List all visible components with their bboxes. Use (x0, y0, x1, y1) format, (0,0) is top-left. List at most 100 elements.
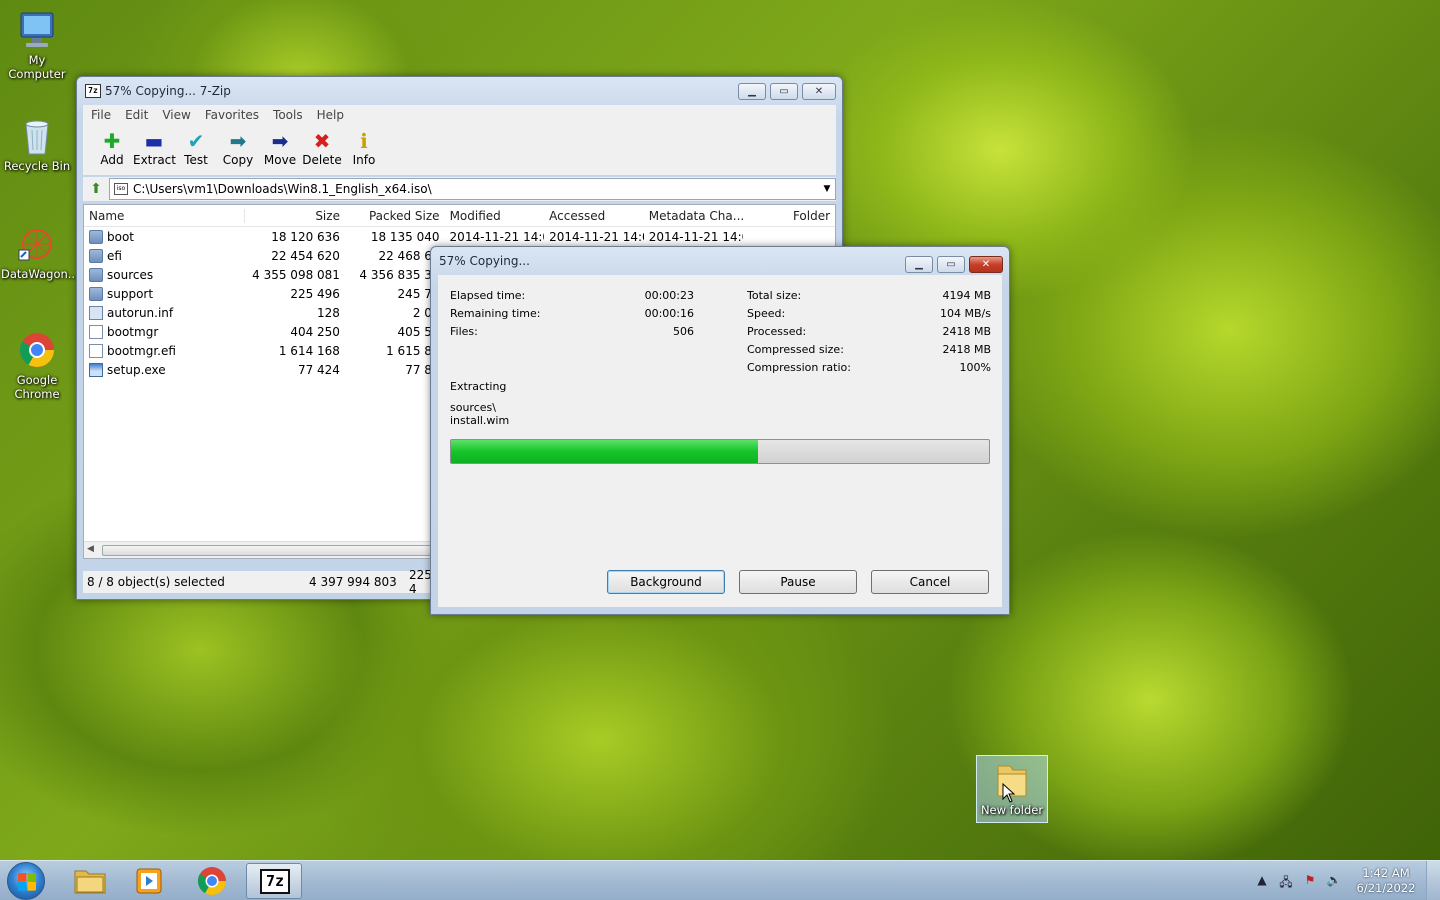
7zip-logo-icon: 7z (260, 869, 290, 894)
compressed-size-row: Compressed size: 2418 MB (747, 343, 991, 361)
folder-icon (74, 870, 106, 894)
column-size[interactable]: Size (245, 209, 345, 223)
desktop-icon-label: Recycle Bin (3, 159, 71, 173)
row-packed-size: 18 135 040 (370, 229, 440, 244)
elapsed-time-row: Elapsed time: 00:00:23 (450, 289, 694, 307)
windows-logo-icon (18, 873, 36, 891)
desktop-icon-google-chrome[interactable]: Google Chrome (1, 330, 73, 401)
row-name: autorun.inf (107, 305, 174, 320)
table-row[interactable]: boot 18 120 636 18 135 040 2014-11-21 14:03… (84, 227, 835, 246)
test-button[interactable]: ✔ Test (175, 125, 217, 175)
row-name-cell: sources (84, 267, 245, 282)
progress-dialog-title: 57% Copying... (439, 254, 530, 268)
minimize-button[interactable]: ▁ (905, 256, 933, 273)
desktop-icon-datawagon[interactable]: DataWagon... (1, 224, 79, 281)
info-button[interactable]: ℹ Info (343, 125, 385, 175)
start-button[interactable] (7, 862, 45, 900)
action-center-flag-icon[interactable]: ⚑ (1301, 873, 1319, 889)
folder-up-icon[interactable]: ⬆ (83, 181, 109, 197)
scrollbar-thumb[interactable] (102, 545, 432, 556)
extract-button[interactable]: ▬ Extract (133, 125, 176, 175)
show-hidden-icons-icon[interactable]: ▲ (1253, 873, 1271, 889)
close-button[interactable]: ✕ (802, 83, 836, 100)
clock-date: 6/21/2022 (1356, 881, 1416, 895)
pause-button[interactable]: Pause (739, 570, 857, 594)
volume-icon[interactable]: 🔈 (1325, 873, 1343, 889)
desktop-icon-recycle-bin[interactable]: Recycle Bin (1, 116, 73, 173)
copy-button[interactable]: ➡ Copy (217, 125, 259, 175)
maximize-button[interactable]: ▭ (937, 256, 965, 273)
desktop: My Computer Recycle Bin DataWagon... Goo… (0, 0, 1440, 860)
scroll-left-icon[interactable]: ◀ (87, 544, 94, 554)
move-arrow-icon: ➡ (271, 129, 289, 153)
delete-x-icon: ✖ (313, 129, 331, 153)
total-size-value: 4194 MB (942, 289, 991, 302)
info-icon: ℹ (360, 129, 368, 153)
menu-help[interactable]: Help (317, 108, 344, 122)
file-icon (89, 324, 103, 339)
delete-button[interactable]: ✖ Delete (301, 125, 343, 175)
processed-value: 2418 MB (942, 325, 991, 338)
row-size: 225 496 (290, 286, 340, 301)
menu-file[interactable]: File (91, 108, 111, 122)
chevron-down-icon[interactable]: ▼ (819, 184, 835, 194)
chrome-icon (198, 867, 226, 895)
files-label: Files: (450, 325, 478, 338)
column-accessed[interactable]: Accessed (544, 209, 644, 223)
row-name: sources (107, 267, 154, 282)
menu-favorites[interactable]: Favorites (205, 108, 259, 122)
taskbar-explorer[interactable] (62, 863, 118, 899)
system-clock[interactable]: 1:42 AM 6/21/2022 (1346, 866, 1426, 896)
column-metadata-changed[interactable]: Metadata Cha... (644, 209, 744, 223)
close-button[interactable]: ✕ (969, 256, 1003, 273)
row-name-cell: bootmgr.efi (84, 343, 245, 358)
menu-view[interactable]: View (162, 108, 190, 122)
toolbar: ✚ Add ▬ Extract ✔ Test ➡ Copy ➡ Move ✖ D… (83, 125, 836, 175)
compression-ratio-row: Compression ratio: 100% (747, 361, 991, 379)
menu-edit[interactable]: Edit (125, 108, 148, 122)
taskbar-chrome[interactable] (184, 863, 240, 899)
files-value: 506 (673, 325, 694, 338)
remaining-value: 00:00:16 (644, 307, 694, 320)
show-desktop-button[interactable] (1426, 861, 1440, 900)
column-folder[interactable]: Folder (743, 209, 835, 223)
zip-titlebar[interactable]: 7z 57% Copying... 7-Zip (77, 77, 842, 105)
column-packed-size[interactable]: Packed Size (345, 209, 445, 223)
extract-label: Extract (133, 153, 176, 167)
speed-value: 104 MB/s (940, 307, 991, 320)
total-size-row: Total size: 4194 MB (747, 289, 991, 307)
chrome-icon (17, 330, 57, 370)
menu-tools[interactable]: Tools (273, 108, 303, 122)
horizontal-scrollbar[interactable]: ◀ (84, 541, 434, 558)
media-player-icon (136, 868, 162, 894)
progress-bar (450, 439, 990, 464)
progress-bar-fill (451, 440, 758, 463)
column-modified[interactable]: Modified (445, 209, 545, 223)
row-name: efi (107, 248, 122, 263)
iso-file-icon: iso (114, 183, 128, 195)
taskbar-7zip[interactable]: 7z (246, 863, 302, 899)
folder-icon (89, 248, 103, 263)
row-size: 404 250 (290, 324, 340, 339)
desktop-icon-my-computer[interactable]: My Computer (1, 10, 73, 81)
copy-label: Copy (222, 153, 254, 167)
datawagon-icon (17, 224, 57, 264)
network-icon[interactable]: 🖧 (1277, 873, 1295, 889)
maximize-button[interactable]: ▭ (770, 83, 798, 100)
row-name-cell: boot (84, 229, 245, 244)
address-input[interactable]: iso C:\Users\vm1\Downloads\Win8.1_Englis… (109, 178, 836, 200)
cancel-button[interactable]: Cancel (871, 570, 989, 594)
progress-dialog[interactable]: 57% Copying... ▁ ▭ ✕ Elapsed time: 00:00… (430, 246, 1010, 615)
minimize-button[interactable]: ▁ (738, 83, 766, 100)
column-name[interactable]: Name (84, 208, 246, 223)
move-label: Move (263, 153, 297, 167)
move-button[interactable]: ➡ Move (259, 125, 301, 175)
computer-icon (17, 10, 57, 50)
mouse-cursor-icon (1002, 782, 1016, 806)
remaining-time-row: Remaining time: 00:00:16 (450, 307, 694, 325)
add-button[interactable]: ✚ Add (91, 125, 133, 175)
taskbar-media-player[interactable] (121, 863, 177, 899)
add-label: Add (100, 153, 124, 167)
background-button[interactable]: Background (607, 570, 725, 594)
row-accessed: 2014-11-21 14:03 (549, 229, 644, 244)
